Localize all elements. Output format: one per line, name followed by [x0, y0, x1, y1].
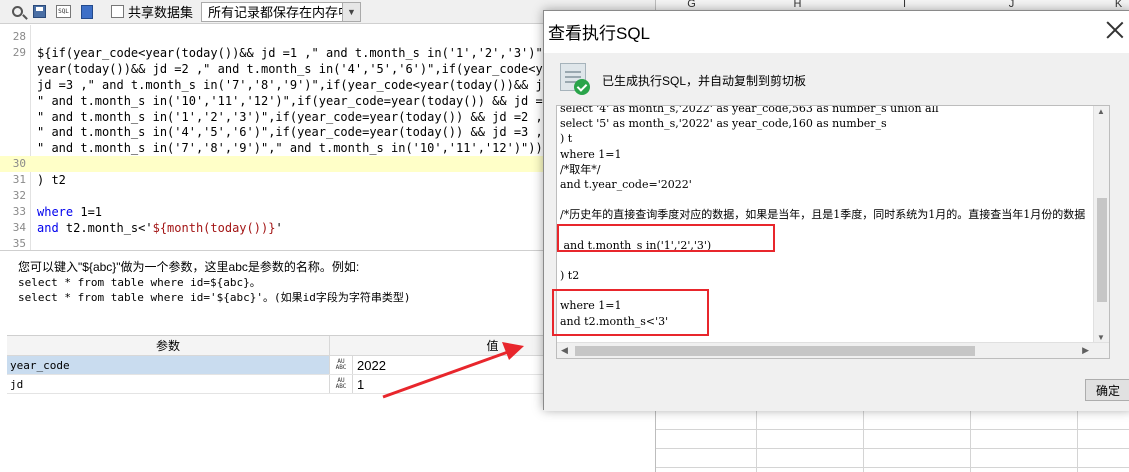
sql-icon[interactable]: SQL: [56, 5, 71, 18]
scroll-right-icon[interactable]: ▶: [1082, 345, 1089, 356]
code-text: ) t2: [37, 172, 66, 188]
code-text: " and t.month_s in('10','11','12')",if(y…: [37, 93, 564, 109]
parameter-hint: 您可以键入"${abc}"做为一个参数，这里abc是参数的名称。例如: sele…: [18, 260, 538, 305]
line-number: 34: [12, 220, 26, 234]
line-number: 31: [12, 173, 26, 187]
sql-line: select '5' as month_s,'2022' as year_cod…: [560, 117, 887, 131]
sql-line: [560, 192, 1100, 207]
horizontal-scrollbar[interactable]: ◀ ▶: [557, 342, 1109, 358]
sql-line: and t.year_code='2022': [560, 177, 692, 191]
scroll-left-icon[interactable]: ◀: [561, 345, 568, 356]
storage-mode-value: 所有记录都保存在内存中: [208, 5, 352, 20]
document-icon[interactable]: [81, 4, 93, 19]
code-token: " and t.month_s in('1','2','3')",if(year…: [37, 109, 543, 124]
check-icon: [574, 79, 590, 95]
chevron-down-icon[interactable]: ▼: [342, 2, 361, 21]
code-token: jd =3 ," and t.month_s in('7','8','9')",…: [37, 77, 587, 92]
line-number: 32: [12, 189, 26, 202]
column-label: I: [902, 0, 907, 10]
close-icon[interactable]: [1104, 19, 1126, 41]
code-text: " and t.month_s in('4','5','6')",if(year…: [37, 124, 543, 140]
sql-line: where 1=1: [560, 147, 622, 161]
grid-line: [656, 448, 1129, 449]
column-label: G: [687, 0, 696, 10]
code-text: " and t.month_s in('1','2','3')",if(year…: [37, 109, 543, 125]
vertical-scrollbar[interactable]: ▲ ▼: [1093, 106, 1109, 343]
scroll-up-icon[interactable]: ▲: [1097, 107, 1105, 116]
line-number: 35: [12, 236, 26, 250]
code-text: " and t.month_s in('7','8','9')"," and t…: [37, 140, 586, 156]
highlight-box-month-filter: [557, 224, 775, 252]
column-header-parameter[interactable]: 参数: [7, 336, 330, 355]
view-sql-dialog: 查看执行SQL 已生成执行SQL，并自动复制到剪切板 select '4' as…: [543, 10, 1129, 411]
line-number: 29: [12, 45, 26, 59]
dialog-title: 查看执行SQL: [548, 24, 651, 43]
storage-mode-select[interactable]: 所有记录都保存在内存中 ▼: [201, 1, 362, 22]
hint-example: select * from table where id='${abc}'。(如…: [18, 291, 411, 304]
code-token: " and t.month_s in('7','8','9')"," and t…: [37, 141, 587, 156]
save-icon[interactable]: [33, 5, 46, 18]
hint-line: 您可以键入"${abc}"做为一个参数，这里abc是参数的名称。例如:: [18, 260, 360, 274]
line-number: 30: [12, 157, 26, 171]
grid-line: [656, 467, 1129, 468]
code-text: jd =3 ," and t.month_s in('7','8','9')",…: [37, 77, 586, 93]
highlight-box-where-clause: [552, 289, 709, 336]
line-number: 33: [12, 204, 26, 218]
sql-line: ) t2: [560, 269, 580, 283]
code-token: ': [275, 220, 283, 235]
info-message: 已生成执行SQL，并自动复制到剪切板: [602, 74, 807, 88]
code-token: and: [37, 220, 66, 235]
string-type-icon[interactable]: AU ABC: [330, 375, 352, 393]
sql-line: ) t: [560, 132, 573, 146]
sql-line: /*取年*/: [560, 162, 601, 176]
scroll-thumb[interactable]: [1097, 198, 1107, 302]
share-dataset-checkbox[interactable]: [111, 5, 124, 18]
code-token: 1=1: [80, 204, 103, 219]
column-label: H: [793, 0, 802, 10]
string-type-icon[interactable]: AU ABC: [330, 356, 352, 374]
hint-example: select * from table where id=${abc}。: [18, 276, 261, 289]
code-text: and t2.month_s<'${month(today())}': [37, 220, 283, 236]
line-number: 28: [12, 30, 26, 43]
scroll-thumb[interactable]: [575, 346, 975, 356]
code-token: " and t.month_s in('10','11','12')",if(y…: [37, 93, 565, 108]
share-dataset-label: 共享数据集: [128, 5, 194, 20]
grid-line: [656, 429, 1129, 430]
scroll-down-icon[interactable]: ▼: [1097, 333, 1105, 342]
parameter-name[interactable]: year_code: [7, 356, 330, 374]
column-label: J: [1008, 0, 1015, 10]
code-token: " and t.month_s in('4','5','6')",if(year…: [37, 125, 543, 140]
code-token: ${month(today())}: [152, 220, 276, 235]
sql-line: select '4' as month_s,'2022' as year_cod…: [560, 105, 939, 115]
code-token: where: [37, 204, 81, 219]
code-text: where 1=1: [37, 204, 102, 220]
parameter-name[interactable]: jd: [7, 375, 330, 393]
code-token: t2.month_s<': [65, 220, 153, 235]
preview-icon[interactable]: [12, 6, 23, 17]
sql-line: /*历史年的直接查询季度对应的数据，如果是当年，且是1季度，同时系统为1月的。直…: [560, 208, 1086, 222]
code-token: ) t2: [37, 173, 66, 188]
sql-generated-icon: [560, 63, 590, 95]
column-label: K: [1114, 0, 1123, 10]
sql-line: [560, 253, 1100, 268]
ok-button[interactable]: 确定: [1085, 379, 1129, 401]
